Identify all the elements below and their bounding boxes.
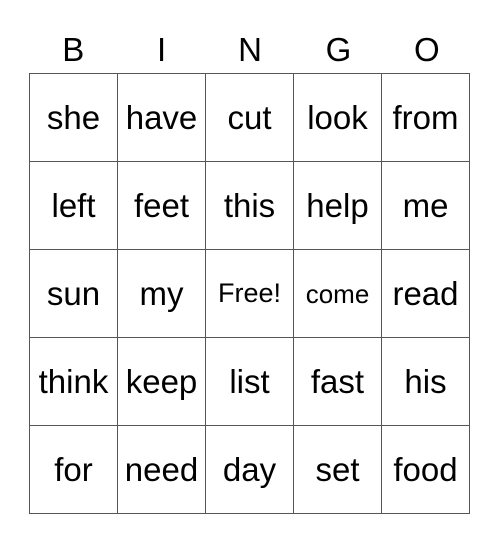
- bingo-cell-n-5[interactable]: day: [205, 425, 294, 514]
- header-letter-g: G: [325, 31, 352, 68]
- header-letter-n: N: [238, 31, 262, 68]
- bingo-cell-i-2[interactable]: feet: [117, 161, 206, 250]
- bingo-cell-n-4[interactable]: list: [205, 337, 294, 426]
- bingo-cell-b-1[interactable]: she: [29, 73, 118, 162]
- bingo-row: left feet this help me: [29, 161, 470, 250]
- bingo-cell-g-4[interactable]: fast: [293, 337, 382, 426]
- bingo-cell-i-5[interactable]: need: [117, 425, 206, 514]
- bingo-cell-g-3[interactable]: come: [293, 249, 382, 338]
- bingo-cell-b-5[interactable]: for: [29, 425, 118, 514]
- bingo-cell-b-2[interactable]: left: [29, 161, 118, 250]
- header-letter-o: O: [413, 31, 440, 68]
- bingo-row: for need day set food: [29, 425, 470, 514]
- bingo-cell-n-2[interactable]: this: [205, 161, 294, 250]
- bingo-cell-o-4[interactable]: his: [381, 337, 470, 426]
- bingo-header: B I N G O: [29, 28, 471, 72]
- bingo-cell-g-1[interactable]: look: [293, 73, 382, 162]
- bingo-cell-g-5[interactable]: set: [293, 425, 382, 514]
- bingo-cell-o-3[interactable]: read: [381, 249, 470, 338]
- bingo-cell-o-1[interactable]: from: [381, 73, 470, 162]
- bingo-cell-b-3[interactable]: sun: [29, 249, 118, 338]
- header-letter-i: I: [157, 31, 167, 68]
- bingo-cell-o-2[interactable]: me: [381, 161, 470, 250]
- bingo-cell-i-1[interactable]: have: [117, 73, 206, 162]
- bingo-card: she have cut look from left feet this help me sun m…: [29, 73, 470, 514]
- bingo-row: sun my Free! come read: [29, 249, 470, 338]
- bingo-row: she have cut look from: [29, 73, 470, 162]
- bingo-cell-b-4[interactable]: think: [29, 337, 118, 426]
- bingo-cell-n-1[interactable]: cut: [205, 73, 294, 162]
- free-space-cell[interactable]: Free!: [205, 249, 294, 338]
- bingo-cell-g-2[interactable]: help: [293, 161, 382, 250]
- bingo-cell-i-3[interactable]: my: [117, 249, 206, 338]
- header-letter-b: B: [62, 31, 85, 68]
- bingo-cell-i-4[interactable]: keep: [117, 337, 206, 426]
- bingo-row: think keep list fast his: [29, 337, 470, 426]
- bingo-cell-o-5[interactable]: food: [381, 425, 470, 514]
